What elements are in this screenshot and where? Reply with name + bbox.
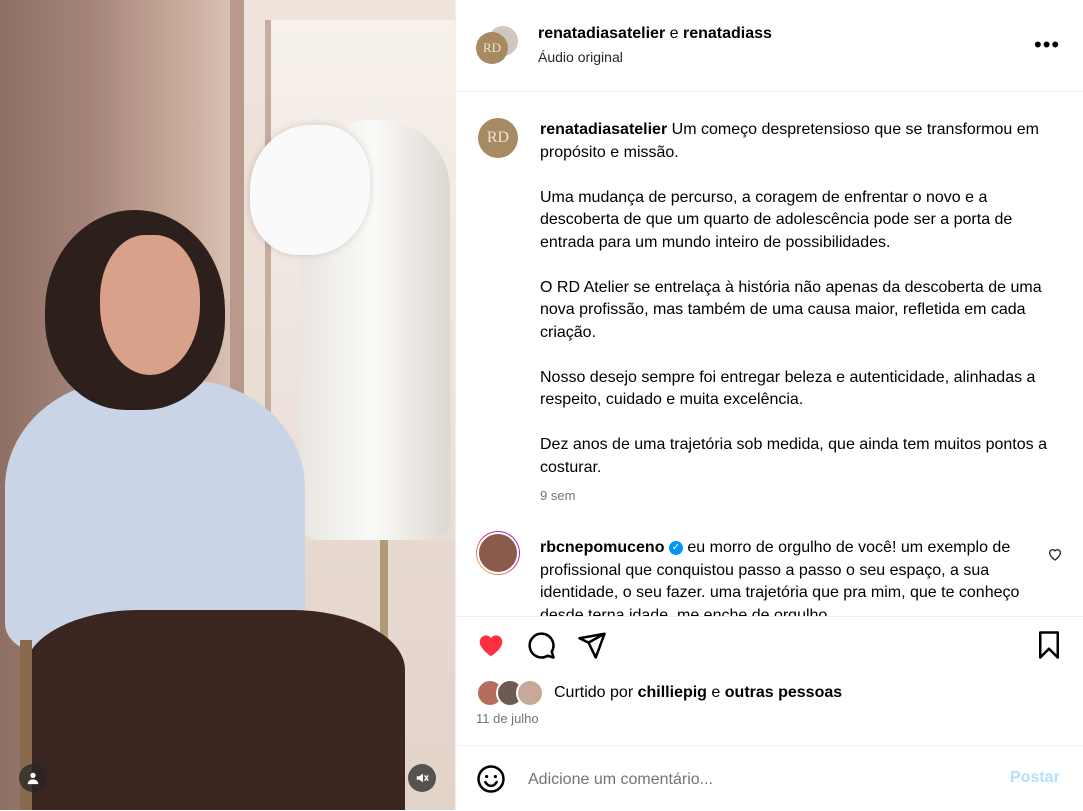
tagged-users-button[interactable] (19, 764, 47, 792)
commenter-link[interactable]: rbcnepomuceno (540, 539, 664, 556)
author-link[interactable]: renatadiasatelier (538, 25, 665, 42)
liker-link[interactable]: chilliepig (638, 684, 707, 701)
caption-timestamp[interactable]: 9 sem (540, 488, 575, 503)
comment-input[interactable] (526, 766, 990, 794)
caption-text: renatadiasatelier Um começo despretensio… (540, 119, 1065, 502)
person-face (100, 235, 200, 375)
caption-paragraph: O RD Atelier se entrelaça à história não… (540, 278, 1042, 341)
caption-paragraph: Dez anos de uma trajetória sob medida, q… (540, 436, 1047, 476)
audio-link[interactable]: Áudio original (538, 49, 623, 65)
comment: rbcnepomuceno ✓ eu morro de orgulho de v… (540, 537, 1035, 616)
comments-scroll-area[interactable]: RD renatadiasatelier Um começo despreten… (456, 91, 1083, 616)
muted-speaker-icon (416, 773, 429, 783)
post-detail-panel: RD renatadiasatelier e renatadiass Áudio… (455, 0, 1083, 810)
caption-author-link[interactable]: renatadiasatelier (540, 121, 667, 138)
likes-connector: e (711, 684, 721, 701)
authors-connector: e (669, 25, 679, 42)
dress-bow (250, 125, 370, 255)
verified-badge-icon: ✓ (668, 540, 683, 555)
commenter-avatar[interactable] (476, 531, 520, 575)
post-comment-button[interactable]: Postar (1010, 769, 1060, 787)
more-options-button[interactable]: ••• (1034, 32, 1060, 58)
caption-author-avatar[interactable]: RD (478, 118, 518, 158)
save-bookmark-icon[interactable] (1034, 630, 1064, 660)
comment-like-icon[interactable] (1047, 546, 1063, 562)
caption-paragraph: Nosso desejo sempre foi entregar beleza … (540, 368, 1036, 409)
caption-paragraph: Uma mudança de percurso, a coragem de en… (540, 188, 1013, 251)
person-pants (25, 610, 405, 810)
liker-avatar (516, 679, 544, 707)
share-icon[interactable] (577, 630, 607, 660)
post-video[interactable] (0, 0, 455, 810)
other-likers-link[interactable]: outras pessoas (725, 684, 842, 701)
mute-button[interactable] (408, 764, 436, 792)
emoji-icon[interactable] (476, 764, 506, 794)
like-heart-icon[interactable] (476, 630, 506, 660)
post-header: RD renatadiasatelier e renatadiass Áudio… (456, 0, 1083, 92)
post-actions (456, 616, 1083, 671)
post-authors: renatadiasatelier e renatadiass (538, 25, 772, 43)
comment-icon[interactable] (526, 630, 556, 660)
user-icon (27, 772, 39, 785)
author-avatar[interactable]: RD (476, 32, 508, 64)
likes-summary[interactable]: Curtido por chilliepig e outras pessoas (476, 679, 842, 707)
add-comment-bar: Postar (456, 745, 1083, 811)
post-date[interactable]: 11 de julho (476, 711, 539, 726)
coauthor-link[interactable]: renatadiass (683, 25, 772, 42)
likes-prefix: Curtido por (554, 684, 634, 701)
